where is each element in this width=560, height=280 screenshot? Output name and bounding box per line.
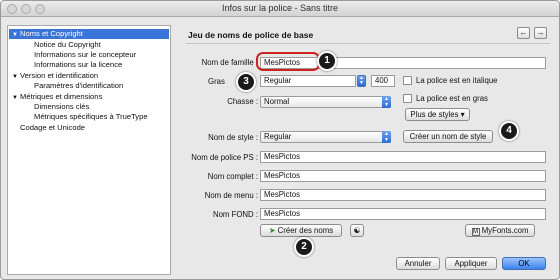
ps-name-label: Nom de police PS : <box>191 153 258 162</box>
weight-field[interactable]: Regular <box>260 75 356 87</box>
yin-yang-icon: ☯ <box>353 226 361 235</box>
fond-name-label: Nom FOND : <box>212 210 258 219</box>
width-label: Chasse : <box>227 97 258 106</box>
tree-item-version[interactable]: ▼ Version et identification <box>12 71 98 81</box>
bold-label: La police est en gras <box>416 94 488 103</box>
style-name-value: Regular <box>264 132 292 141</box>
section-title: Jeu de noms de police de base <box>188 30 314 40</box>
tree-item-label: Noms et Copyright <box>20 29 83 38</box>
callout-2: 2 <box>294 237 314 257</box>
tree-item-noms-copyright[interactable]: ▼ Noms et Copyright <box>9 29 169 39</box>
style-name-popup[interactable]: Regular ▲ ▼ <box>260 131 391 143</box>
apply-button[interactable]: Appliquer <box>445 257 497 270</box>
window-title: Infos sur la police - Sans titre <box>221 3 339 13</box>
myfonts-icon: M <box>471 228 480 236</box>
more-styles-button[interactable]: Plus de styles ▾ <box>405 108 470 121</box>
family-name-label: Nom de famille : <box>201 58 258 67</box>
fond-name-field[interactable]: MesPictos <box>260 208 546 220</box>
tree-item-metriques-truetype[interactable]: Métriques spécifiques à TrueType <box>34 112 148 122</box>
ps-name-field[interactable]: MesPictos <box>260 151 546 163</box>
tree-item-licence[interactable]: Informations sur la licence <box>34 60 122 70</box>
width-popup[interactable]: Normal ▲ ▼ <box>260 96 391 108</box>
names-panel: Jeu de noms de police de base ← → Nom de… <box>178 23 555 249</box>
chevron-down-icon: ▾ <box>460 110 465 119</box>
disclosure-open-icon[interactable]: ▼ <box>12 30 20 40</box>
ok-button[interactable]: OK <box>502 257 546 270</box>
italic-label: La police est en italique <box>416 76 498 85</box>
tree-item-concepteur[interactable]: Informations sur le concepteur <box>34 50 136 60</box>
family-name-highlight <box>256 52 320 71</box>
callout-4: 4 <box>499 121 519 141</box>
popup-arrows-icon: ▲ ▼ <box>382 131 391 143</box>
myfonts-label: MyFonts.com <box>481 226 529 235</box>
callout-1: 1 <box>317 51 337 71</box>
divider <box>186 43 550 44</box>
full-name-label: Nom complet : <box>207 172 258 181</box>
weight-stepper[interactable]: ▲ ▼ <box>357 75 366 87</box>
tree-item-notice-copyright[interactable]: Notice du Copyright <box>34 40 101 50</box>
create-names-button[interactable]: ➤ Créer des noms <box>260 224 342 237</box>
style-name-label: Nom de style : <box>208 133 258 142</box>
disclosure-open-icon[interactable]: ▼ <box>12 93 20 103</box>
category-tree: ▼ Noms et Copyright Notice du Copyright I… <box>7 25 171 275</box>
tree-item-metriques[interactable]: ▼ Métriques et dimensions <box>12 92 102 102</box>
tree-item-label: Métriques et dimensions <box>20 92 103 101</box>
menu-name-label: Nom de menu : <box>204 191 258 200</box>
yin-yang-button[interactable]: ☯ <box>350 224 364 237</box>
full-name-field[interactable]: MesPictos <box>260 170 546 182</box>
font-info-window: Infos sur la police - Sans titre ▼ Noms e… <box>0 0 560 280</box>
myfonts-button[interactable]: M MyFonts.com <box>465 224 535 237</box>
tree-item-dimensions-cles[interactable]: Dimensions clés <box>34 102 89 112</box>
more-styles-label: Plus de styles <box>410 110 459 119</box>
popup-arrows-icon: ▲ ▼ <box>382 96 391 108</box>
bold-checkbox[interactable] <box>403 94 412 103</box>
italic-checkbox[interactable] <box>403 76 412 85</box>
tree-item-codage-unicode[interactable]: Codage et Unicode <box>20 123 85 133</box>
previous-page-button[interactable]: ← <box>517 27 530 39</box>
width-value: Normal <box>264 97 290 106</box>
title-bar: Infos sur la police - Sans titre <box>1 1 559 17</box>
disclosure-open-icon[interactable]: ▼ <box>12 72 20 82</box>
callout-3: 3 <box>236 72 256 92</box>
menu-name-field[interactable]: MesPictos <box>260 189 546 201</box>
create-style-name-button[interactable]: Créer un nom de style <box>403 130 493 143</box>
tree-item-parametres-identification[interactable]: Paramètres d'identification <box>34 81 123 91</box>
weight-number-field[interactable]: 400 <box>371 75 395 87</box>
arrow-right-icon: ➤ <box>268 226 276 235</box>
next-page-button[interactable]: → <box>534 27 547 39</box>
create-names-label: Créer des noms <box>277 226 334 235</box>
tree-item-label: Version et identification <box>20 71 99 80</box>
cancel-button[interactable]: Annuler <box>396 257 440 270</box>
weight-label: Gras <box>208 77 225 86</box>
